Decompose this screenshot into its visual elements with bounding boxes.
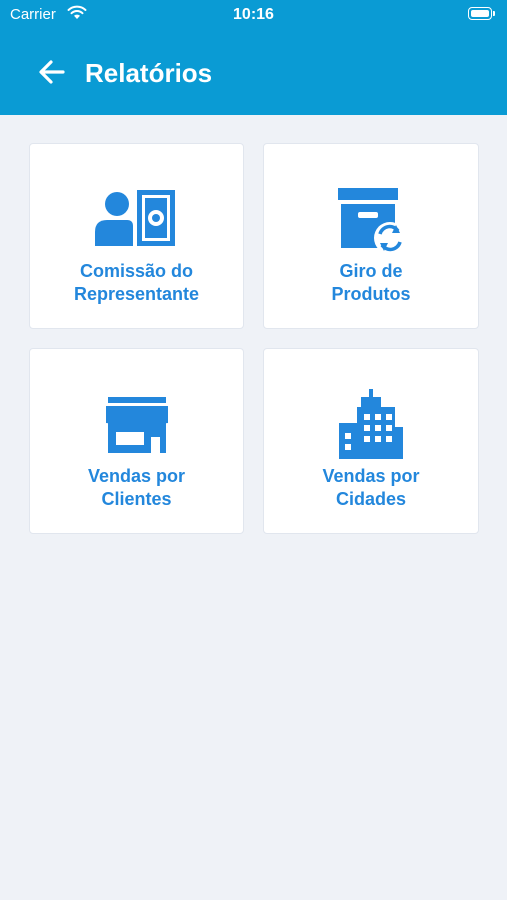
city-buildings-icon [264,389,478,459]
report-tile-commission[interactable]: Comissão do Representante [29,143,244,329]
arrow-left-icon [39,60,65,84]
tile-label: Vendas por Clientes [87,466,186,509]
commission-icon [30,188,243,248]
back-button[interactable] [32,52,72,92]
status-bar: Carrier 10:16 [0,0,507,30]
status-time: 10:16 [233,6,274,23]
tile-label: Vendas por Cidades [322,466,420,509]
report-tile-sales-by-client[interactable]: Vendas por Clientes [29,348,244,534]
storefront-icon [30,397,243,453]
report-tile-product-turnover[interactable]: Giro de Produtos [263,143,479,329]
tile-label: Giro de Produtos [331,261,411,304]
battery-icon [468,7,495,20]
page-title: Relatórios [85,58,213,88]
tile-label: Comissão do Representante [73,261,200,304]
nav-bar: Relatórios [0,40,507,105]
report-tile-sales-by-city[interactable]: Vendas por Cidades [263,348,479,534]
inventory-turnover-icon [264,188,478,256]
app-header: Carrier 10:16 Relatórios [0,0,507,115]
